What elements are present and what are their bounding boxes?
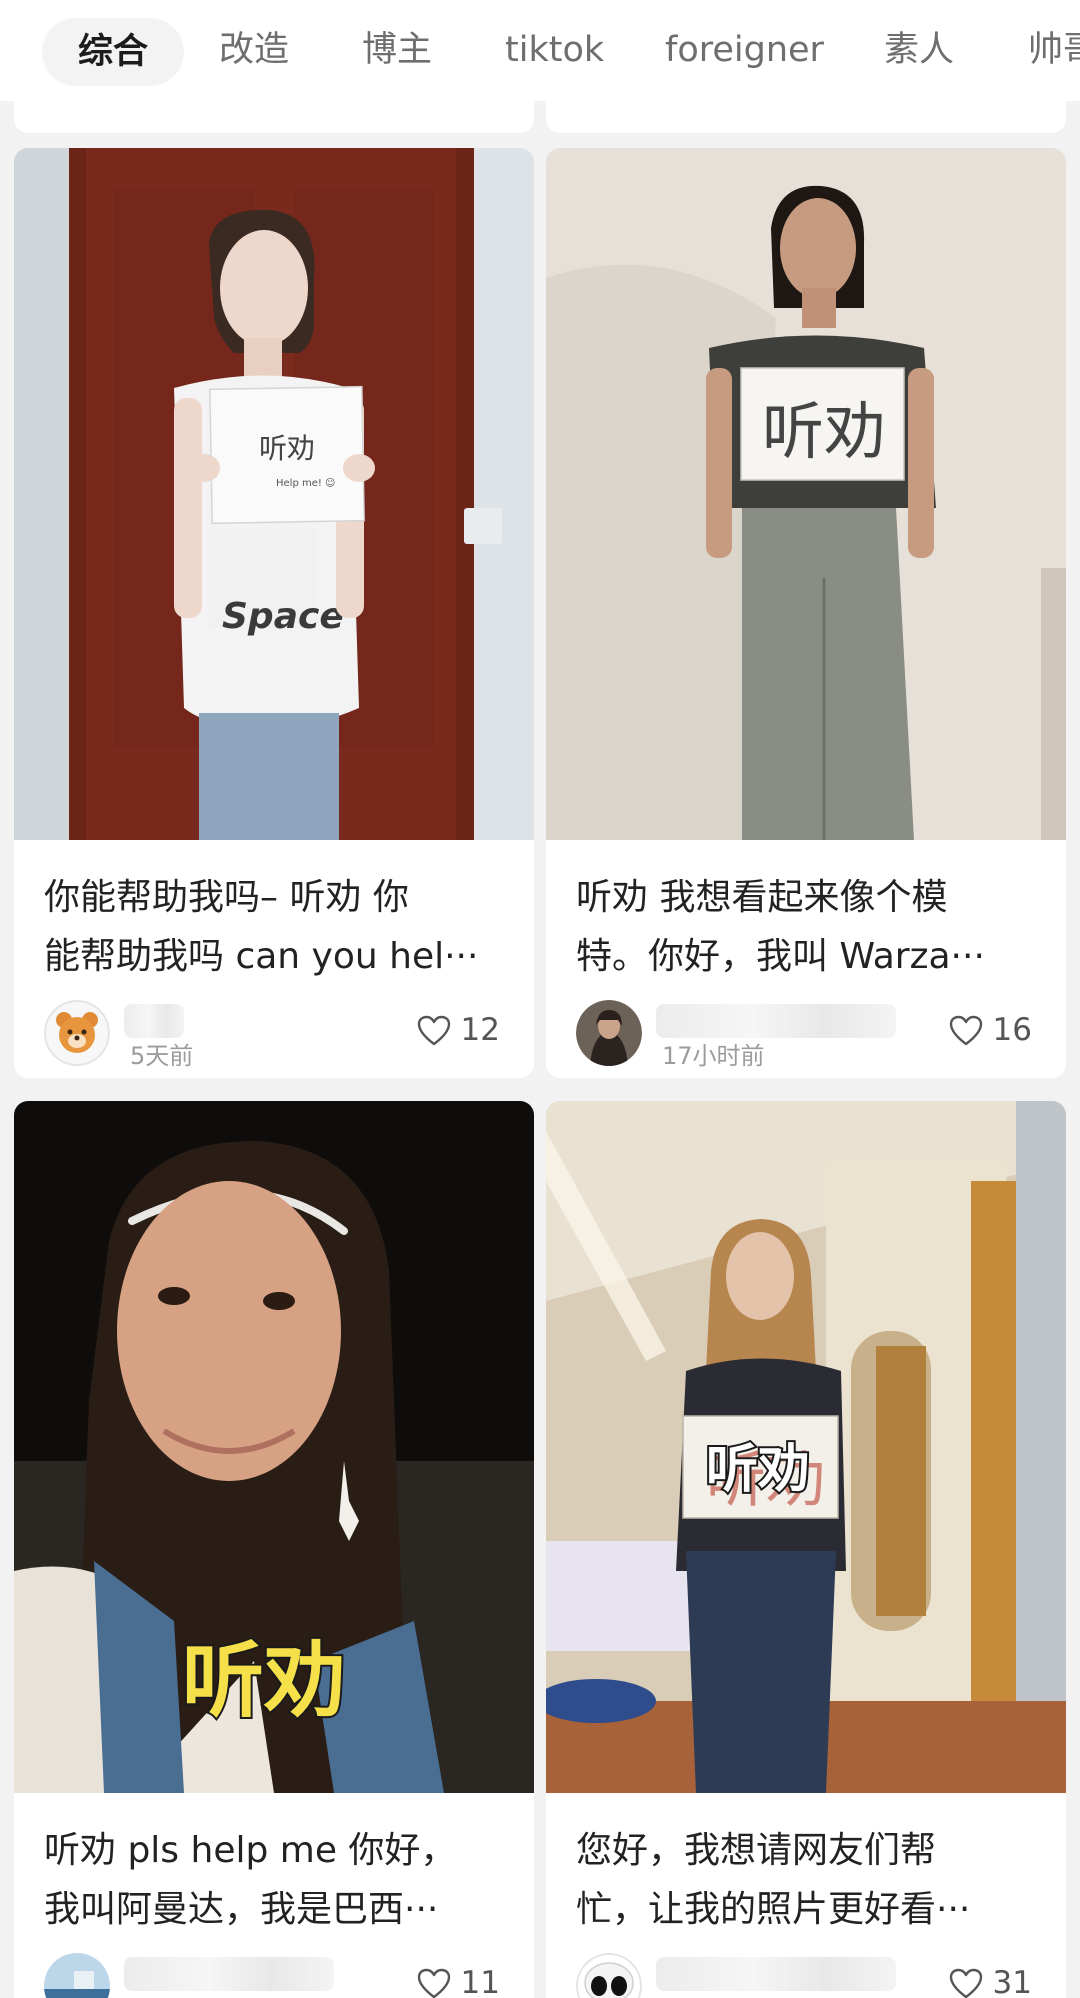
previous-card-bottom-right (546, 101, 1066, 133)
category-tab-bar: 综合 改造 博主 tiktok foreigner 素人 帅哥 (0, 0, 1080, 101)
feed-card[interactable]: 听劝 听劝 pls help me 你好， 我叫阿曼达，我是巴西··· 11 (14, 1101, 534, 1998)
sign-subtext: Help me! ☺ (276, 478, 335, 489)
like-count: 12 (460, 1012, 500, 1048)
shirt-print-text: Space (222, 596, 344, 637)
tab-amateur[interactable]: 素人 (884, 0, 954, 101)
photo-overlay-text: 听劝 (706, 1440, 810, 1500)
post-title[interactable]: 听劝 pls help me 你好， 我叫阿曼达，我是巴西··· (44, 1821, 518, 1939)
username-obscured[interactable] (124, 1957, 334, 1991)
bear-avatar-icon[interactable] (44, 1000, 110, 1066)
tab-comprehensive[interactable]: 综合 (42, 18, 185, 86)
username-obscured[interactable] (656, 1957, 896, 1991)
heart-outline-icon (949, 1015, 982, 1045)
user-avatar[interactable] (576, 1000, 642, 1066)
tab-foreigner[interactable]: foreigner (665, 0, 824, 101)
tab-tiktok[interactable]: tiktok (505, 0, 604, 101)
post-photo[interactable]: 听劝 (14, 1101, 534, 1793)
post-photo[interactable]: Space 听劝 Help me! ☺ (14, 148, 534, 840)
heart-outline-icon (417, 1015, 450, 1045)
user-avatar[interactable] (44, 1953, 110, 1998)
post-photo[interactable]: 听劝 听劝 (546, 1101, 1066, 1793)
like-count: 16 (992, 1012, 1032, 1048)
feed-card[interactable]: 听劝 听劝 您好，我想请网友们帮 忙，让我的照片更好看··· 31 (546, 1101, 1066, 1998)
post-photo[interactable]: 听劝 (546, 148, 1066, 840)
tab-makeover[interactable]: 改造 (219, 0, 289, 101)
like-button[interactable]: 16 (949, 1006, 1032, 1054)
photo-overlay-text: 听劝 (182, 1634, 346, 1729)
username-obscured[interactable] (124, 1004, 184, 1038)
username-obscured[interactable] (656, 1004, 896, 1038)
feed-card[interactable]: Space 听劝 Help me! ☺ 你能帮助我吗– 听劝 你 能帮助我吗 c… (14, 148, 534, 1078)
heart-outline-icon (949, 1968, 982, 1998)
heart-outline-icon (417, 1968, 450, 1998)
post-title[interactable]: 听劝 我想看起来像个模 特。你好，我叫 Warza··· (576, 868, 1050, 986)
post-title[interactable]: 你能帮助我吗– 听劝 你 能帮助我吗 can you hel··· (44, 868, 518, 986)
like-count: 11 (460, 1965, 500, 1998)
post-title[interactable]: 您好，我想请网友们帮 忙，让我的照片更好看··· (576, 1821, 1050, 1939)
sign-text: 听劝 (762, 395, 886, 468)
like-button[interactable]: 11 (417, 1959, 500, 1998)
previous-card-bottom-left (14, 101, 534, 133)
like-button[interactable]: 12 (417, 1006, 500, 1054)
alien-avatar-icon[interactable] (576, 1953, 642, 1998)
post-timestamp: 5天前 (130, 1042, 194, 1070)
post-timestamp: 17小时前 (662, 1042, 765, 1070)
feed-card[interactable]: 听劝 听劝 我想看起来像个模 特。你好，我叫 Warza··· 17小时前 16 (546, 148, 1066, 1078)
tab-blogger[interactable]: 博主 (362, 0, 432, 101)
tab-handsome[interactable]: 帅哥 (1028, 0, 1080, 101)
sign-text: 听劝 (259, 432, 315, 465)
like-count: 31 (992, 1965, 1032, 1998)
like-button[interactable]: 31 (949, 1959, 1032, 1998)
